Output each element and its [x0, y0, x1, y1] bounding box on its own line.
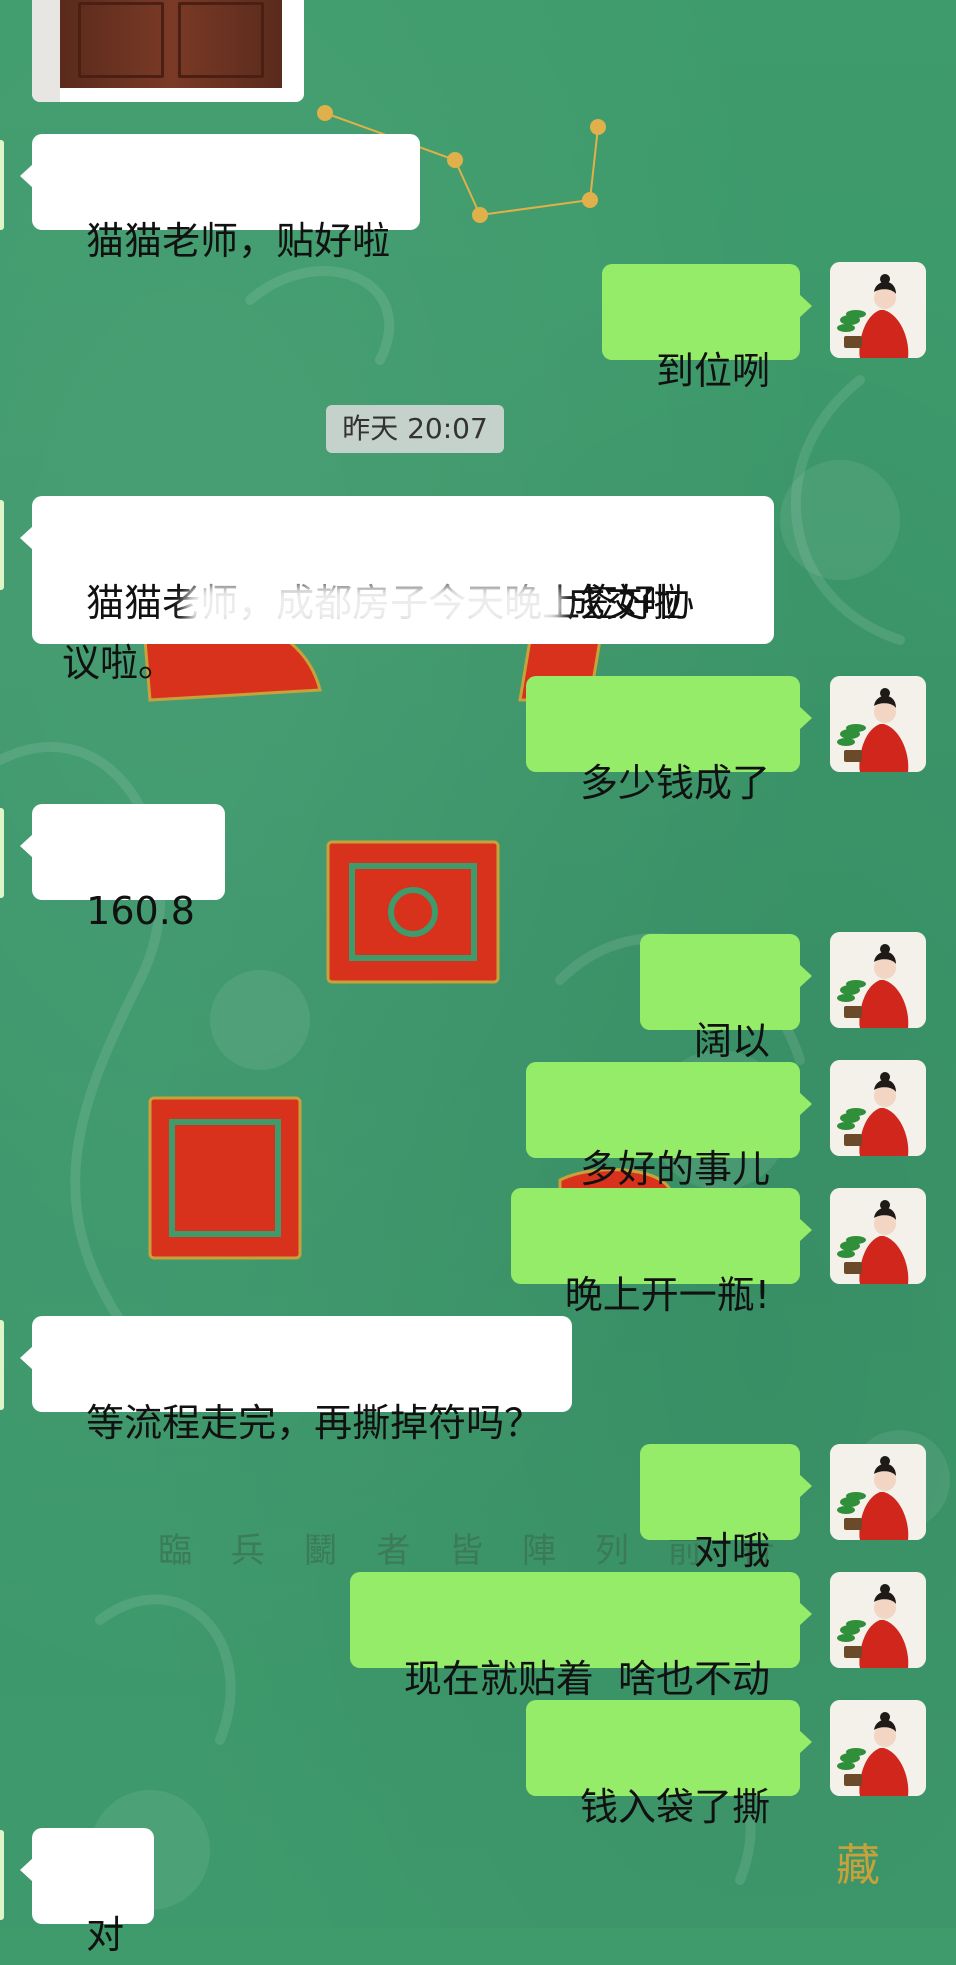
avatar[interactable] [830, 262, 926, 358]
message-text: 多少钱成了 [579, 761, 770, 805]
svg-text:藏: 藏 [836, 1840, 880, 1891]
incoming-avatar-stub [0, 140, 4, 230]
redacted-text [184, 584, 564, 628]
avatar[interactable] [830, 1700, 926, 1796]
message-text: 猫猫老师，贴好啦 [86, 219, 391, 263]
avatar-woman-red-dress-icon [830, 1060, 926, 1156]
avatar[interactable] [830, 932, 926, 1028]
incoming-message[interactable]: 160.8 [20, 804, 225, 933]
incoming-avatar-stub [0, 1320, 4, 1410]
message-text: 现在就贴着 啥也不动 [403, 1657, 770, 1701]
outgoing-message[interactable]: 阔以 [639, 934, 813, 1063]
avatar-woman-red-dress-icon [830, 1444, 926, 1540]
avatar-woman-red-dress-icon [830, 932, 926, 1028]
avatar[interactable] [830, 1060, 926, 1156]
outgoing-message[interactable]: 晚上开一瓶! [510, 1188, 813, 1317]
message-text: 钱入袋了撕 [579, 1785, 770, 1829]
incoming-message[interactable]: 等流程走完，再撕掉符吗？ [19, 1316, 573, 1445]
message-text: 160.8 [86, 889, 195, 933]
photo-door [60, 0, 282, 88]
incoming-avatar-stub [0, 1830, 4, 1920]
avatar[interactable] [830, 1188, 926, 1284]
avatar-woman-red-dress-icon [830, 676, 926, 772]
outgoing-message[interactable]: 钱入袋了撕 [525, 1700, 813, 1829]
message-text: 阔以 [693, 1019, 770, 1063]
incoming-avatar-stub [0, 500, 4, 590]
image-message-door[interactable] [32, 0, 304, 102]
incoming-message[interactable]: 猫猫老师，贴好啦 [19, 134, 421, 263]
message-text: 多好的事儿 [579, 1147, 770, 1191]
message-text: 晚上开一瓶! [564, 1273, 770, 1317]
avatar-woman-red-dress-icon [830, 1572, 926, 1668]
message-text: 等流程走完，再撕掉符吗？ [86, 1401, 543, 1445]
avatar[interactable] [830, 676, 926, 772]
outgoing-message[interactable]: 对哦 [639, 1444, 813, 1573]
message-text-end: 成交啦 [567, 581, 682, 625]
avatar-woman-red-dress-icon [830, 1188, 926, 1284]
message-text: 对哦 [693, 1529, 770, 1573]
message-text: 到位咧 [655, 349, 770, 393]
incoming-message[interactable]: 猫猫老师，成都房子今天晚上签好协 议啦。 成交啦 [20, 496, 774, 685]
message-text: 对 [86, 1913, 125, 1957]
outgoing-message[interactable]: 多好的事儿 [525, 1062, 813, 1191]
timestamp: 昨天 20:07 [326, 405, 504, 453]
incoming-avatar-stub [0, 808, 4, 898]
avatar-woman-red-dress-icon [830, 1700, 926, 1796]
outgoing-message[interactable]: 多少钱成了 [525, 676, 813, 805]
photo-wall [32, 0, 60, 102]
avatar[interactable] [830, 1572, 926, 1668]
outgoing-message[interactable]: 到位咧 [601, 264, 813, 393]
incoming-message[interactable]: 对 [19, 1828, 155, 1957]
outgoing-message[interactable]: 现在就贴着 啥也不动 [349, 1572, 813, 1701]
avatar[interactable] [830, 1444, 926, 1540]
avatar-woman-red-dress-icon [830, 262, 926, 358]
